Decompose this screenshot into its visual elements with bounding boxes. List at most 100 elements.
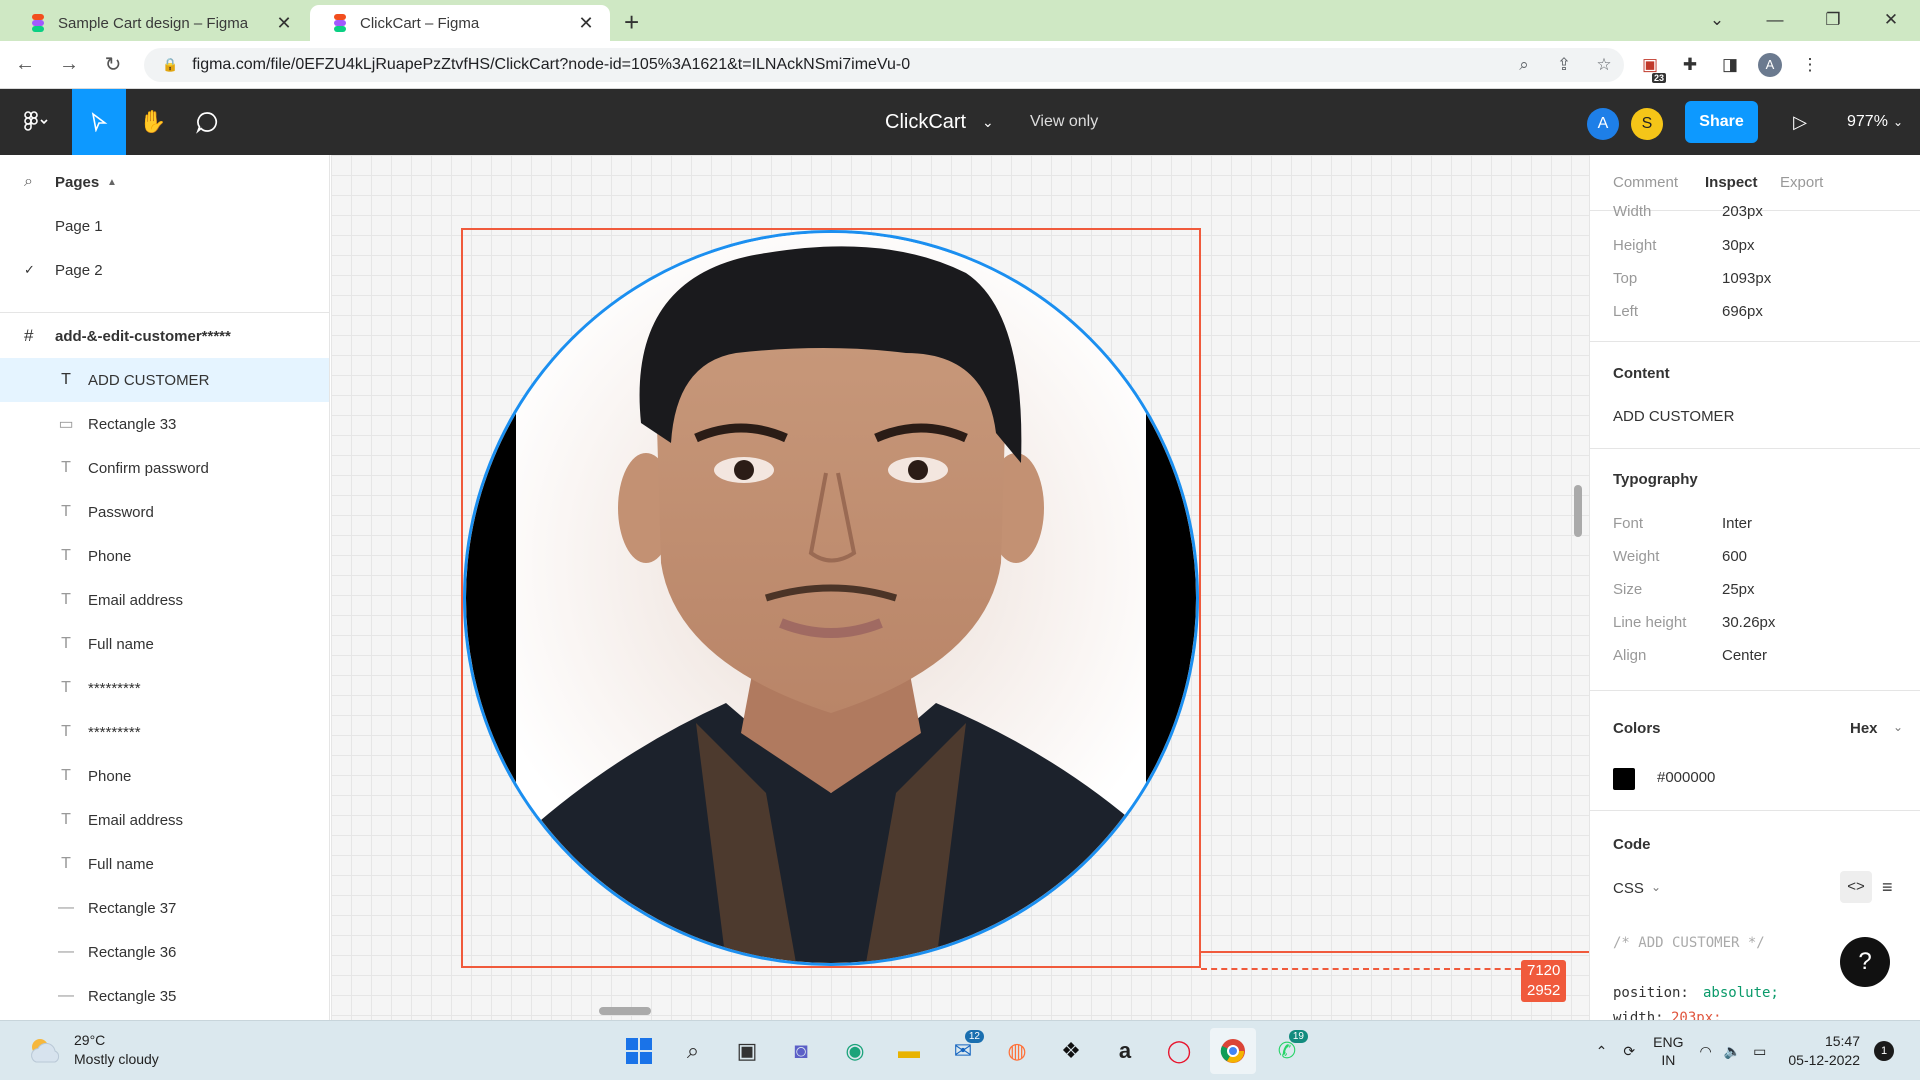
color-format-select[interactable]: Hex xyxy=(1850,720,1878,737)
zoom-chevron-icon[interactable]: ⌄ xyxy=(1893,89,1903,155)
clock[interactable]: 15:47 05-12-2022 xyxy=(1788,1032,1860,1070)
lock-icon[interactable]: 🔒 xyxy=(162,57,178,73)
extension-icon[interactable]: ▣ 23 xyxy=(1630,55,1670,83)
prop-value[interactable]: 1093px xyxy=(1722,270,1771,287)
url-text[interactable]: figma.com/file/0EFZU4kLjRuapePzZtvfHS/Cl… xyxy=(192,56,1504,74)
start-windows-icon[interactable] xyxy=(616,1028,662,1074)
chevron-up-icon[interactable]: ▲ xyxy=(107,177,117,188)
close-window-button[interactable]: ✕ xyxy=(1862,10,1920,30)
puzzle-extensions-icon[interactable]: ✚ xyxy=(1670,55,1710,75)
layer-item[interactable]: — Rectangle 36 xyxy=(0,930,329,974)
file-explorer-icon[interactable]: ▬ xyxy=(886,1028,932,1074)
pages-header[interactable]: ⌕ Pages ▲ xyxy=(0,160,329,204)
move-tool-icon[interactable] xyxy=(72,89,126,155)
prop-value[interactable]: 203px xyxy=(1722,203,1763,220)
typo-value[interactable]: Center xyxy=(1722,647,1767,664)
collaborator-avatar-a[interactable]: A xyxy=(1587,108,1619,140)
layer-item[interactable]: T ADD CUSTOMER xyxy=(0,358,329,402)
figma-menu-icon[interactable] xyxy=(8,89,64,155)
edge-browser-icon[interactable]: ◉ xyxy=(832,1028,878,1074)
collaborator-avatar-s[interactable]: S xyxy=(1631,108,1663,140)
tab-export[interactable]: Export xyxy=(1780,174,1823,191)
volume-icon[interactable]: 🔈 xyxy=(1724,1043,1741,1060)
comment-tool-icon[interactable] xyxy=(180,89,234,155)
bookmark-star-icon[interactable]: ☆ xyxy=(1584,55,1624,75)
code-view-icon[interactable]: <> xyxy=(1840,871,1872,903)
layer-item[interactable]: T ********* xyxy=(0,666,329,710)
layer-item[interactable]: T Full name xyxy=(0,622,329,666)
horizontal-scrollbar[interactable] xyxy=(599,1007,651,1015)
chevron-down-icon[interactable]: ⌄ xyxy=(1893,720,1903,734)
layer-item[interactable]: T Phone xyxy=(0,534,329,578)
opera-icon[interactable]: ◯ xyxy=(1156,1028,1202,1074)
zoom-icon[interactable]: ⌕ xyxy=(1504,55,1544,75)
share-page-icon[interactable]: ⇪ xyxy=(1544,55,1584,75)
tab-search-icon[interactable]: ⌄ xyxy=(1688,10,1746,30)
search-icon[interactable]: ⌕ xyxy=(670,1028,716,1074)
color-swatch[interactable] xyxy=(1613,768,1635,790)
typo-value[interactable]: 30.26px xyxy=(1722,614,1775,631)
dropbox-icon[interactable]: ❖ xyxy=(1048,1028,1094,1074)
mail-icon[interactable]: ✉ 12 xyxy=(940,1028,986,1074)
forward-button[interactable]: → xyxy=(50,53,88,76)
share-button[interactable]: Share xyxy=(1685,101,1758,143)
layer-item[interactable]: ▭ Rectangle 33 xyxy=(0,402,329,446)
side-panel-icon[interactable]: ◨ xyxy=(1710,55,1750,75)
frame-layer[interactable]: # add-&-edit-customer***** xyxy=(0,314,329,358)
layer-item[interactable]: T Email address xyxy=(0,798,329,842)
present-play-icon[interactable]: ▷ xyxy=(1780,89,1820,155)
layer-item[interactable]: — Rectangle 37 xyxy=(0,886,329,930)
new-tab-button[interactable]: + xyxy=(624,5,639,41)
file-menu-chevron-icon[interactable]: ⌄ xyxy=(982,89,994,155)
wifi-icon[interactable]: ◠ xyxy=(1699,1043,1711,1060)
close-tab-icon[interactable]: ✕ xyxy=(274,13,294,34)
content-value[interactable]: ADD CUSTOMER xyxy=(1613,408,1734,425)
task-view-icon[interactable]: ▣ xyxy=(724,1028,770,1074)
color-value[interactable]: #000000 xyxy=(1657,769,1715,786)
address-bar[interactable]: 🔒 figma.com/file/0EFZU4kLjRuapePzZtvfHS/… xyxy=(144,47,1624,82)
file-name[interactable]: ClickCart xyxy=(885,89,966,155)
layer-item[interactable]: T Phone xyxy=(0,754,329,798)
wrap-lines-icon[interactable]: ≡ xyxy=(1882,877,1893,898)
show-hidden-icons-chevron-icon[interactable]: ⌃ xyxy=(1596,1043,1608,1060)
hand-tool-icon[interactable]: ✋ xyxy=(126,89,180,155)
page-item-1[interactable]: Page 1 xyxy=(0,204,329,248)
search-icon[interactable]: ⌕ xyxy=(24,173,33,191)
amazon-icon[interactable]: a xyxy=(1102,1028,1148,1074)
vertical-scrollbar[interactable] xyxy=(1574,485,1582,537)
typo-value[interactable]: 600 xyxy=(1722,548,1747,565)
tab-inspect[interactable]: Inspect xyxy=(1705,174,1758,191)
restore-button[interactable]: ❐ xyxy=(1804,10,1862,30)
tab-comment[interactable]: Comment xyxy=(1613,174,1678,191)
browser-menu-icon[interactable]: ⋮ xyxy=(1790,55,1830,75)
browser-tab-sample-cart[interactable]: Sample Cart design – Figma ✕ xyxy=(8,5,308,41)
layer-item[interactable]: T Full name xyxy=(0,842,329,886)
close-tab-icon[interactable]: ✕ xyxy=(576,13,596,34)
profile-avatar[interactable]: A xyxy=(1750,52,1790,77)
page-item-2[interactable]: ✓ Page 2 xyxy=(0,248,329,292)
typo-value[interactable]: Inter xyxy=(1722,515,1752,532)
layer-item[interactable]: T Password xyxy=(0,490,329,534)
layer-item[interactable]: — Rectangle 35 xyxy=(0,974,329,1018)
notification-badge[interactable]: 1 xyxy=(1874,1041,1894,1061)
browser-tab-clickcart[interactable]: ClickCart – Figma ✕ xyxy=(310,5,610,41)
code-language-select[interactable]: CSS xyxy=(1613,880,1644,897)
prop-value[interactable]: 30px xyxy=(1722,237,1755,254)
layer-item[interactable]: T Email address xyxy=(0,578,329,622)
chevron-down-icon[interactable]: ⌄ xyxy=(1651,880,1661,894)
minimize-button[interactable]: — xyxy=(1746,10,1804,30)
reload-button[interactable]: ↻ xyxy=(94,52,132,77)
design-canvas[interactable]: 7120 2952 xyxy=(331,155,1589,1020)
prop-value[interactable]: 696px xyxy=(1722,303,1763,320)
language-indicator[interactable]: ENG IN xyxy=(1653,1033,1683,1069)
help-button[interactable]: ? xyxy=(1840,937,1890,987)
firefox-icon[interactable]: ◍ xyxy=(994,1028,1040,1074)
typo-value[interactable]: 25px xyxy=(1722,581,1755,598)
back-button[interactable]: ← xyxy=(6,53,44,76)
battery-icon[interactable]: ▭ xyxy=(1753,1043,1766,1060)
teams-chat-icon[interactable]: ◙ xyxy=(778,1028,824,1074)
zoom-level[interactable]: 977% xyxy=(1847,89,1888,155)
weather-widget[interactable]: 29°C Mostly cloudy xyxy=(28,1031,159,1069)
layer-item[interactable]: T Confirm password xyxy=(0,446,329,490)
sync-icon[interactable]: ⟳ xyxy=(1623,1043,1635,1060)
